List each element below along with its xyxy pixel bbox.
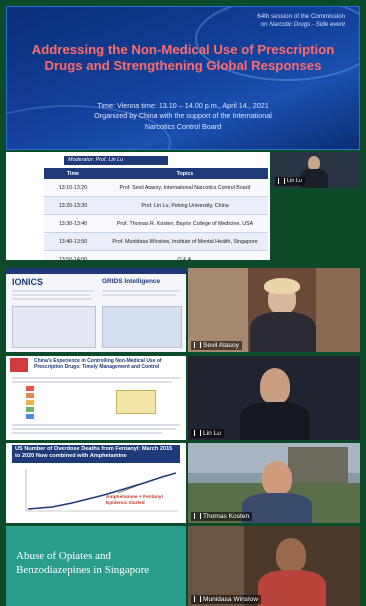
- time-cell: 13:10-13:20: [44, 179, 102, 197]
- participant-name: Lin Lu: [191, 429, 224, 438]
- video-tile-lin[interactable]: Lin Lu: [188, 356, 360, 440]
- event-organizer: Narcotics Control Board: [144, 121, 222, 131]
- text-line: [102, 290, 180, 292]
- screenshot-thumbnail: [12, 306, 96, 348]
- slide-header-bar: [6, 268, 186, 274]
- session-line: on Narcotic Drugs - Side event: [260, 21, 345, 29]
- time-cell: 13:50-14:00: [44, 250, 102, 260]
- background-bookshelf: [188, 526, 244, 606]
- legend-swatch: [26, 414, 34, 419]
- topic-cell: Prof. Lin Lu, Peking University, China: [102, 196, 268, 215]
- time-cell: 13:30-13:40: [44, 214, 102, 233]
- signal-icon: [278, 177, 285, 184]
- overdose-title: US Number of Overdose Deaths from Fentan…: [12, 445, 180, 463]
- event-meta: Time: Vienna time: 13.10 – 14.00 p.m., A…: [17, 101, 349, 132]
- video-tile-sevil[interactable]: Sevil Atasoy: [188, 268, 360, 352]
- event-title: Addressing the Non-Medical Use of Prescr…: [31, 42, 335, 73]
- table-row: 13:30-13:40 Prof. Thomas R. Kosten, Baylo…: [44, 214, 268, 233]
- participant-face: [308, 156, 320, 170]
- ionics-slide: IONICS GRIDS Intelligence: [6, 268, 186, 352]
- legend-swatch: [26, 386, 34, 391]
- text-line: [102, 294, 176, 296]
- text-line: [12, 290, 94, 292]
- participant-body: [242, 493, 312, 523]
- signal-icon: [194, 596, 201, 603]
- participant-name: Sevil Atasoy: [191, 341, 242, 350]
- overdose-annotation: Amphetamine + Fentanyl Epidemic started: [106, 495, 163, 506]
- background-castle: [288, 447, 348, 487]
- participant-name: Thomas Kosten: [191, 512, 253, 521]
- background-shelf: [316, 268, 360, 352]
- video-tile-thomas[interactable]: Thomas Kosten: [188, 443, 360, 523]
- signal-icon: [194, 513, 201, 520]
- participant-face: [262, 461, 292, 495]
- participant-body: [258, 570, 326, 606]
- topic-cell: Q & A.: [102, 250, 268, 260]
- text-line: [12, 424, 180, 426]
- table-row: 13:10-13:20 Prof. Sevil Atasoy, Internati…: [44, 179, 268, 197]
- video-tile-munidasa[interactable]: Munidasa Winslow: [188, 526, 360, 606]
- column-header: Topics: [102, 168, 268, 179]
- table-header: Time Topics: [44, 168, 268, 179]
- text-line: [12, 377, 180, 379]
- china-title: China's Experience in Controlling Non-Me…: [34, 358, 162, 371]
- logo: [10, 358, 28, 372]
- event-organizer: Organized by China with the support of t…: [94, 111, 272, 121]
- schedule-table: Time Topics 13:10-13:20 Prof. Sevil Ataso…: [44, 168, 268, 260]
- session-info: 64th session of the Commission on Narcot…: [215, 13, 345, 29]
- empty-tile: [272, 190, 360, 260]
- participant-face: [276, 538, 306, 572]
- participant-name: Munidasa Winslow: [191, 595, 261, 604]
- screenshot-thumbnail: [102, 306, 182, 348]
- topic-cell: Prof. Sevil Atasoy, International Narcot…: [102, 179, 268, 197]
- legend-swatch: [26, 393, 34, 398]
- participant-name: Lin Lu: [275, 177, 305, 186]
- slide-header: China's Experience in Controlling Non-Me…: [6, 356, 186, 374]
- abuse-title: Abuse of Opiates and Benzodiazepines in …: [16, 550, 150, 576]
- text-line: [12, 294, 90, 296]
- topic-cell: Prof. Munidasa Winslow, Institute of Men…: [102, 232, 268, 251]
- table-row: 13:20-13:30 Prof. Lin Lu, Peking Universi…: [44, 196, 268, 215]
- overdose-trend-chart: [25, 469, 178, 512]
- legend-swatch: [26, 407, 34, 412]
- text-line: [12, 432, 162, 434]
- abuse-slide: Abuse of Opiates and Benzodiazepines in …: [6, 526, 186, 606]
- highlight-box: [116, 390, 156, 414]
- background-wall: [188, 268, 248, 352]
- column-header: Time: [44, 168, 102, 179]
- signal-icon: [194, 342, 201, 349]
- grids-title: GRIDS Intelligence: [102, 278, 161, 285]
- video-tile-small[interactable]: Lin Lu: [272, 152, 360, 188]
- overdose-slide: US Number of Overdose Deaths from Fentan…: [6, 443, 186, 523]
- program-slide: Moderator: Prof. Lin Lu Time Topics 13:1…: [6, 152, 270, 260]
- text-line: [12, 381, 172, 383]
- signal-icon: [194, 430, 201, 437]
- table-row: 13:50-14:00 Q & A.: [44, 250, 268, 260]
- ionics-title: IONICS: [12, 277, 44, 287]
- session-line: 64th session of the Commission: [257, 13, 345, 20]
- time-cell: 13:40-13:50: [44, 232, 102, 251]
- participant-face: [260, 368, 290, 404]
- participant-hair: [264, 278, 300, 294]
- time-cell: 13:20-13:30: [44, 196, 102, 215]
- event-time: Time: Vienna time: 13.10 – 14.00 p.m., A…: [97, 101, 269, 110]
- table-row: 13:40-13:50 Prof. Munidasa Winslow, Insti…: [44, 232, 268, 251]
- moderator-label: Moderator: Prof. Lin Lu: [64, 156, 168, 165]
- participant-body: [240, 402, 310, 440]
- participant-body: [250, 312, 316, 352]
- event-banner: 64th session of the Commission on Narcot…: [6, 6, 360, 150]
- legend-swatch: [26, 400, 34, 405]
- china-slide: China's Experience in Controlling Non-Me…: [6, 356, 186, 440]
- text-line: [12, 428, 176, 430]
- text-line: [12, 298, 92, 300]
- topic-cell: Prof. Thomas R. Kosten, Baylor College o…: [102, 214, 268, 233]
